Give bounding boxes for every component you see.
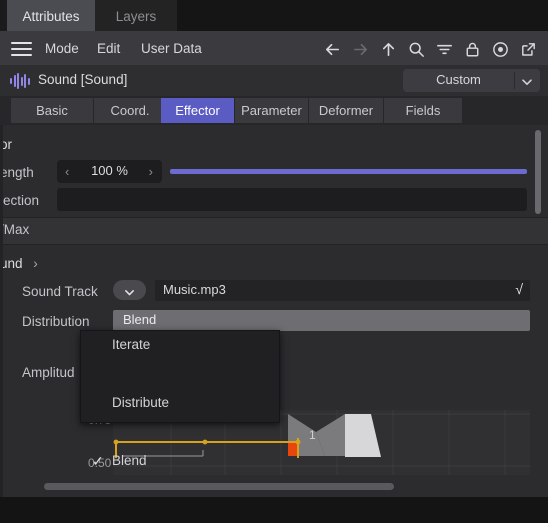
distribution-value: Blend — [123, 312, 157, 327]
preset-dropdown[interactable]: Custom — [403, 69, 540, 92]
amplitude-label: Amplitud — [22, 365, 75, 380]
minmax-row — [0, 218, 548, 244]
divider — [0, 244, 548, 245]
menu-option-distribute[interactable]: Distribute — [81, 361, 279, 410]
group-header-sound-label: und — [0, 256, 23, 271]
menu-option-iterate-label: Iterate — [112, 337, 151, 352]
strength-input[interactable]: ‹ 100 % › — [57, 160, 162, 183]
menu-option-blend[interactable]: ✓ Blend — [81, 390, 279, 469]
sound-wave-icon — [10, 73, 30, 89]
tab-attributes[interactable]: Attributes — [7, 0, 95, 33]
menu-item-mode[interactable]: Mode — [45, 41, 79, 56]
sound-track-filename: Music.mp3 — [163, 282, 226, 297]
up-arrow-icon[interactable] — [379, 40, 398, 59]
preset-dropdown-label: Custom — [436, 72, 481, 87]
sound-track-check-icon[interactable]: √ — [515, 281, 523, 297]
vertical-scrollbar[interactable] — [535, 130, 541, 214]
tab-deformer[interactable]: Deformer — [309, 98, 383, 123]
menu-option-blend-label: Blend — [112, 453, 147, 468]
chevron-right-icon: › — [33, 256, 38, 271]
forward-arrow-icon[interactable] — [351, 40, 370, 59]
back-arrow-icon[interactable] — [323, 40, 342, 59]
strength-label: ength — [0, 165, 34, 180]
minmax-label: /Max — [0, 222, 30, 237]
sound-track-dropdown[interactable] — [113, 280, 146, 300]
object-name-label: Sound [Sound] — [38, 72, 128, 87]
horizontal-scrollbar[interactable] — [44, 483, 394, 490]
distribution-label: Distribution — [22, 314, 90, 329]
pane-left-edge — [0, 125, 3, 497]
tab-effector[interactable]: Effector — [161, 98, 234, 123]
window-tab-strip: Attributes Layers — [0, 0, 548, 33]
filter-icon[interactable] — [435, 40, 454, 59]
tab-basic[interactable]: Basic — [11, 98, 93, 123]
strength-value: 100 % — [91, 163, 128, 178]
distribution-dropdown[interactable]: Blend — [113, 310, 530, 331]
distribution-dropdown-menu[interactable]: Iterate Distribute ✓ Blend — [80, 330, 280, 469]
menu-item-edit[interactable]: Edit — [97, 41, 120, 56]
preset-dropdown-divider — [514, 72, 515, 89]
properties-pane: or ength ‹ 100 % › lection /Max und › So… — [0, 125, 548, 497]
chevron-down-icon — [124, 285, 135, 303]
record-target-icon[interactable] — [491, 40, 510, 59]
selection-label: lection — [0, 193, 40, 208]
hamburger-menu-icon[interactable] — [11, 42, 32, 57]
tab-strip-filler — [177, 0, 548, 33]
selection-input[interactable] — [57, 188, 527, 211]
menu-item-user-data[interactable]: User Data — [141, 41, 202, 56]
search-icon[interactable] — [407, 40, 426, 59]
check-icon: ✓ — [92, 453, 104, 469]
open-external-icon[interactable] — [519, 40, 538, 59]
tab-parameter[interactable]: Parameter — [235, 98, 308, 123]
graph-point-label: 1 — [309, 428, 316, 442]
sound-track-label: Sound Track — [22, 284, 98, 299]
chevron-down-icon — [521, 75, 533, 93]
menu-icon-bar — [323, 33, 538, 65]
strength-slider[interactable] — [170, 169, 527, 174]
tab-coord[interactable]: Coord. — [94, 98, 166, 123]
tab-layers[interactable]: Layers — [95, 0, 177, 33]
window-footer — [0, 497, 548, 523]
lock-icon[interactable] — [463, 40, 482, 59]
group-header-sound[interactable]: und › — [0, 256, 38, 271]
object-header-row: Sound [Sound] Custom — [0, 65, 548, 96]
menu-option-iterate[interactable]: Iterate — [81, 332, 279, 361]
sound-track-value-field[interactable]: Music.mp3 √ — [155, 280, 530, 301]
attribute-manager-window: Attributes Layers Mode Edit User Data So… — [0, 0, 548, 523]
menu-bar: Mode Edit User Data — [0, 33, 548, 65]
section-tab-bar: Basic Coord. Effector Parameter Deformer… — [0, 96, 548, 125]
tab-fields[interactable]: Fields — [384, 98, 462, 123]
strength-increment-arrow[interactable]: › — [149, 164, 153, 179]
